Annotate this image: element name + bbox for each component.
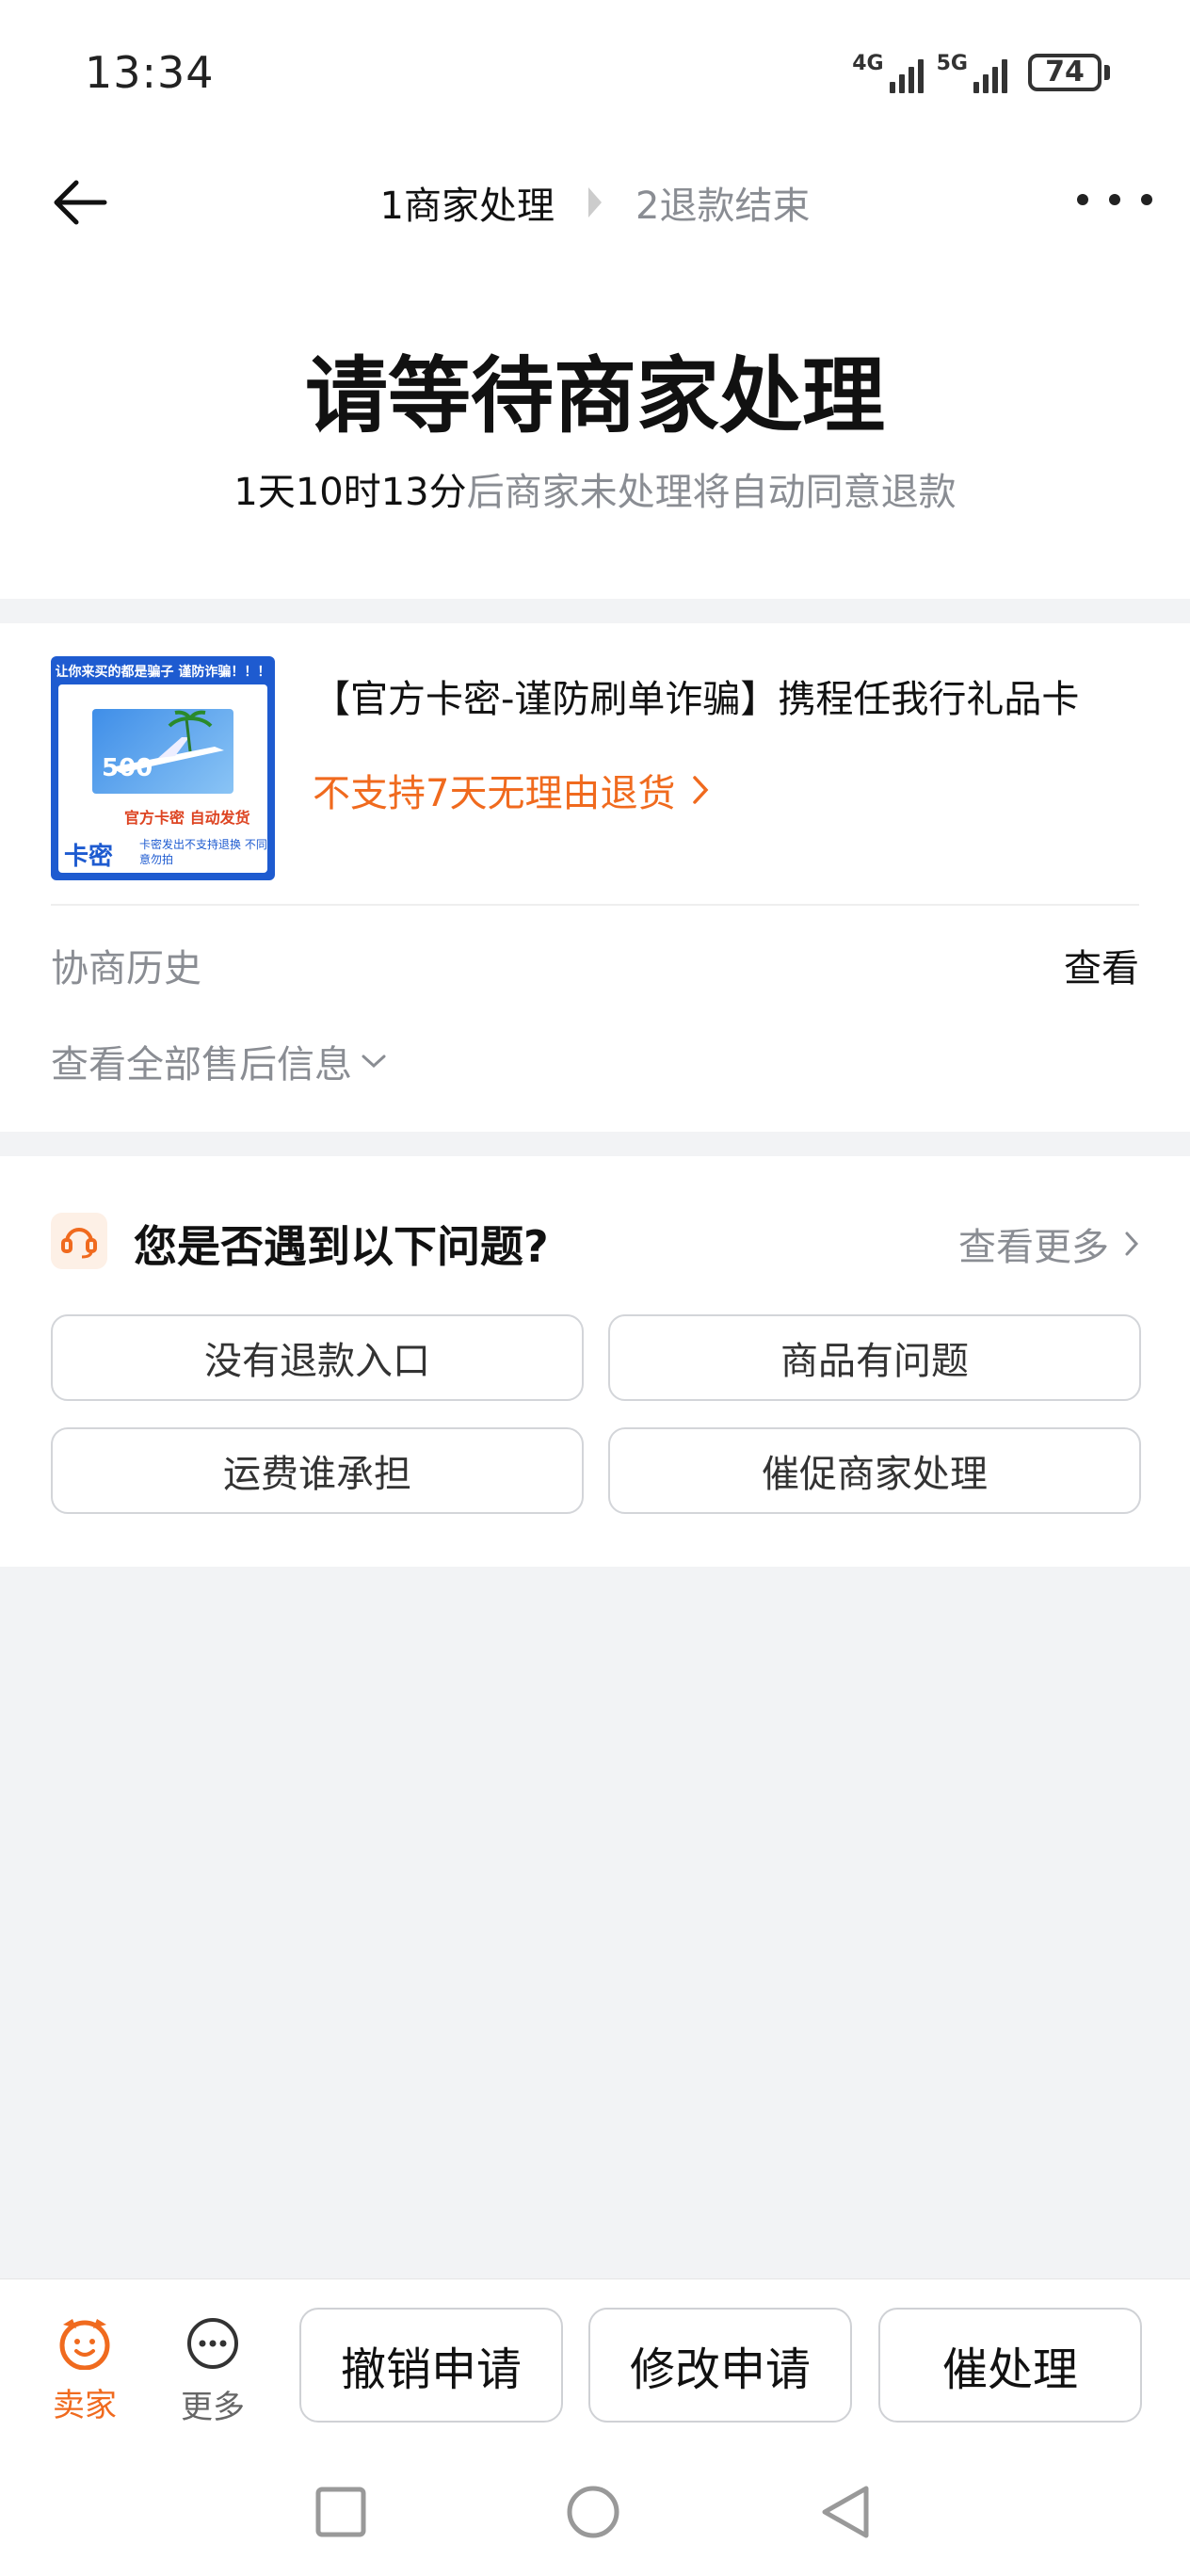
thumbnail-warning-text: 让你来买的都是骗子 谨防诈骗！！！ [55,665,271,680]
faq-title: 您是否遇到以下问题? [134,1221,549,1272]
status-hero: 请等待商家处理 1天10时13分后商家未处理将自动同意退款 [0,273,1190,599]
recent-apps-button[interactable] [311,2482,371,2542]
product-title[interactable]: 【官方卡密-谨防刷单诈骗】携程任我行礼品卡 [313,668,1122,723]
status-bar: 13:34 4G 5G 74 [0,0,1190,141]
dot-icon [1109,194,1120,205]
header: 1商家处理 2退款结束 [0,141,1190,273]
modify-request-button[interactable]: 修改申请 [588,2308,852,2423]
signal-5g-icon: 5G [937,52,1007,93]
divider [51,904,1139,906]
seller-label: 卖家 [53,2387,117,2424]
view-all-aftersale-toggle[interactable]: 查看全部售后信息 [51,1034,388,1088]
progress-steps: 1商家处理 2退款结束 [0,175,1190,230]
chevron-down-icon [362,1055,386,1069]
seller-icon [59,2319,110,2371]
step-refund-complete: 2退款结束 [635,185,811,228]
return-policy-label: 不支持7天无理由退货 [313,772,676,815]
faq-no-refund-entry-button[interactable]: 没有退款入口 [51,1314,584,1401]
step-merchant-processing: 1商家处理 [379,185,555,228]
more-button[interactable]: 更多 [166,2315,260,2427]
status-icons: 4G 5G 74 [852,52,1110,93]
step-arrow-icon [588,187,602,217]
customer-service-icon [51,1213,107,1269]
view-more-label: 查看更多 [958,1226,1109,1269]
view-more-link[interactable]: 查看更多 [958,1216,1139,1271]
page-title: 请等待商家处理 [304,347,885,444]
more-label: 更多 [181,2389,245,2426]
system-back-button[interactable] [815,2482,876,2542]
thumbnail-label: 官方卡密 自动发货 [124,809,250,827]
gift-card-image: 500 [92,709,233,794]
faq-section: 您是否遇到以下问题? 查看更多 没有退款入口 商品有问题 运费谁承担 催促商家处… [0,1156,1190,1567]
chevron-right-icon [693,776,709,804]
dot-icon [1077,194,1088,205]
urge-processing-button[interactable]: 催处理 [878,2308,1142,2423]
signal-4g-icon: 4G [852,52,924,93]
seller-button[interactable]: 卖家 [38,2315,132,2425]
product-card: 让你来买的都是骗子 谨防诈骗！！！ 500 官方卡密 自动发货 卡密 卡密发出不… [0,623,1190,1132]
bottom-action-bar: 卖家 更多 撤销申请 修改申请 催处理 [0,2278,1190,2448]
triangle-back-icon [822,2486,869,2538]
more-options-button[interactable] [1077,181,1152,218]
battery-level: 74 [1028,54,1102,91]
battery-icon: 74 [1028,54,1110,91]
more-circle-icon [187,2318,238,2369]
home-button[interactable] [563,2482,623,2542]
product-thumbnail[interactable]: 让你来买的都是骗子 谨防诈骗！！！ 500 官方卡密 自动发货 卡密 卡密发出不… [51,656,275,880]
faq-product-issue-button[interactable]: 商品有问题 [608,1314,1141,1401]
status-time: 13:34 [85,47,215,98]
circle-icon [567,2486,619,2538]
thumbnail-notice: 卡密发出不支持退换 不同意勿拍 [139,838,267,866]
chevron-right-icon [1125,1232,1139,1256]
aftersale-toggle-label: 查看全部售后信息 [51,1043,352,1087]
thumbnail-kami: 卡密 [64,843,114,871]
system-navigation-bar [0,2448,1190,2576]
square-icon [315,2487,366,2537]
return-policy-link[interactable]: 不支持7天无理由退货 [313,763,709,817]
countdown-suffix: 后商家未处理将自动同意退款 [466,471,957,514]
dot-icon [1141,194,1152,205]
cancel-request-button[interactable]: 撤销申请 [299,2308,563,2423]
faq-urge-merchant-button[interactable]: 催促商家处理 [608,1427,1141,1514]
countdown-timer: 1天10时13分 [233,471,467,514]
gift-card-amount: 500 [102,754,153,782]
countdown-text: 1天10时13分后商家未处理将自动同意退款 [0,461,1190,516]
negotiation-history-label: 协商历史 [51,947,201,990]
view-history-link[interactable]: 查看 [1064,938,1139,992]
faq-shipping-fee-button[interactable]: 运费谁承担 [51,1427,584,1514]
